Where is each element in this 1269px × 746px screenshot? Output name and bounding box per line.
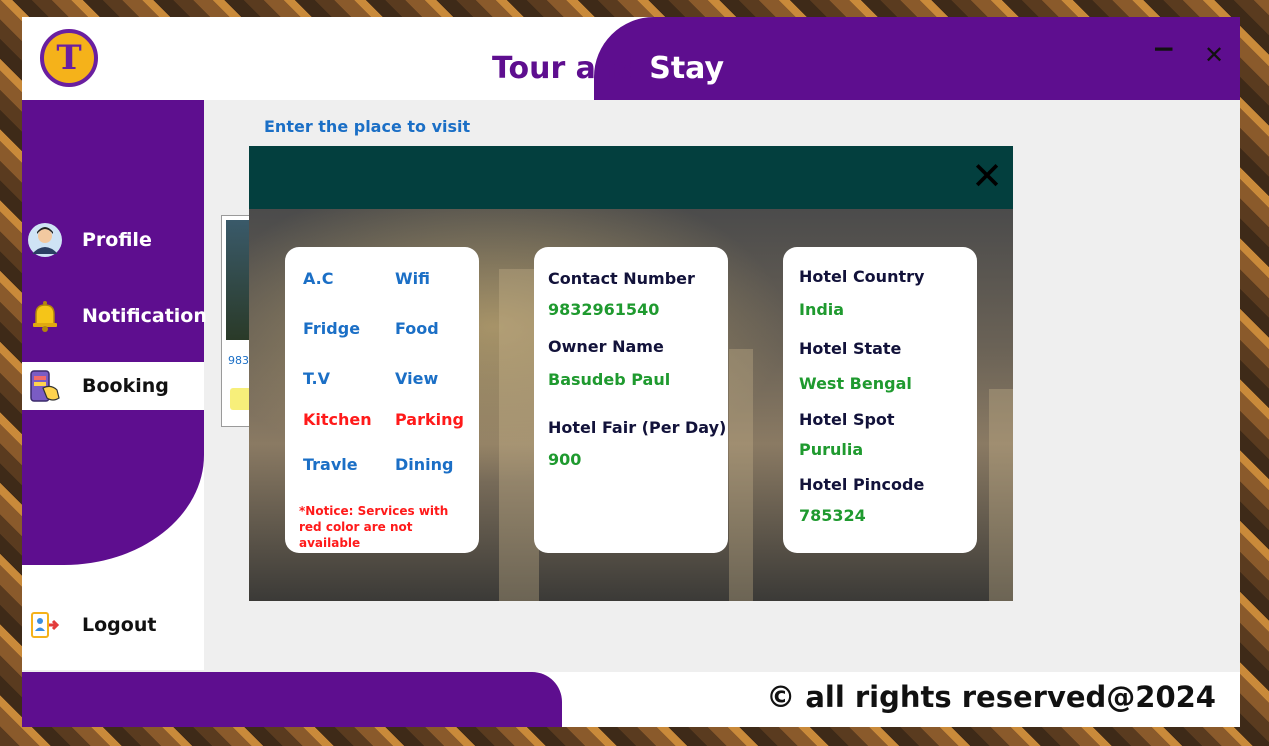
owner-name-label: Owner Name — [548, 337, 664, 356]
modal-body: A.C Wifi Fridge Food T.V View Kitchen Pa… — [249, 209, 1013, 601]
minimize-button[interactable]: − — [1152, 35, 1175, 63]
bell-icon — [27, 298, 63, 334]
availability-notice: *Notice: Services with red color are not… — [299, 504, 449, 550]
hotel-state-label: Hotel State — [799, 339, 902, 358]
booking-hand-icon — [27, 368, 63, 404]
footer-accent — [22, 672, 562, 727]
sidebar: Profile Notification Booking Logout — [22, 100, 207, 670]
sidebar-item-label: Booking — [82, 375, 169, 397]
sidebar-item-notification[interactable]: Notification — [22, 292, 207, 340]
sidebar-item-logout[interactable]: Logout — [22, 601, 204, 649]
logout-icon — [27, 607, 63, 643]
hotel-fair-label: Hotel Fair (Per Day) — [548, 418, 727, 437]
app-window: T Tour and Stay − ✕ Profile Notification… — [22, 17, 1240, 727]
app-title: Tour and Stay — [492, 49, 724, 89]
hotel-pincode-value: 785324 — [799, 506, 866, 525]
hotel-spot-label: Hotel Spot — [799, 410, 895, 429]
app-title-part2: Stay — [649, 51, 725, 86]
hotel-country-value: India — [799, 300, 845, 319]
amenities-panel: A.C Wifi Fridge Food T.V View Kitchen Pa… — [285, 247, 479, 553]
app-title-part1: Tour and — [492, 51, 639, 86]
modal-header: ✕ — [249, 146, 1013, 209]
modal-close-button[interactable]: ✕ — [971, 154, 1003, 198]
contact-number-label: Contact Number — [548, 269, 695, 288]
sidebar-item-profile[interactable]: Profile — [22, 216, 204, 264]
amenity-food: Food — [395, 319, 439, 338]
amenity-dining: Dining — [395, 455, 454, 474]
amenity-fridge: Fridge — [303, 319, 361, 338]
logo-letter: T — [56, 38, 82, 78]
hotel-details-modal: ✕ A.C Wifi Fridge Food T.V View Kitchen … — [249, 146, 1013, 601]
sidebar-item-label: Logout — [82, 614, 157, 636]
background-pillar — [499, 269, 539, 601]
contact-panel: Contact Number 9832961540 Owner Name Bas… — [534, 247, 728, 553]
amenity-wifi: Wifi — [395, 269, 430, 288]
sidebar-item-booking[interactable]: Booking — [22, 362, 204, 410]
hotel-fair-value: 900 — [548, 450, 582, 469]
amenity-view: View — [395, 369, 439, 388]
page-title: Enter the place to visit — [264, 117, 471, 136]
place-card-text: 983 — [228, 354, 249, 367]
sidebar-item-label: Profile — [82, 229, 152, 251]
amenity-parking: Parking — [395, 410, 464, 429]
amenity-travle: Travle — [303, 455, 358, 474]
hotel-spot-value: Purulia — [799, 440, 864, 459]
app-logo: T — [40, 29, 98, 87]
user-avatar-icon — [27, 222, 63, 258]
close-window-button[interactable]: ✕ — [1204, 41, 1224, 69]
copyright-text: © all rights reserved@2024 — [766, 680, 1216, 714]
background-pillar — [729, 349, 753, 601]
amenity-tv: T.V — [303, 369, 330, 388]
sidebar-item-label: Notification — [82, 305, 207, 327]
hotel-country-label: Hotel Country — [799, 267, 925, 286]
hotel-pincode-label: Hotel Pincode — [799, 475, 925, 494]
background-pillar — [989, 389, 1013, 601]
header: T Tour and Stay − ✕ — [22, 17, 1240, 100]
amenity-kitchen: Kitchen — [303, 410, 372, 429]
location-panel: Hotel Country India Hotel State West Ben… — [783, 247, 977, 553]
contact-number-value: 9832961540 — [548, 300, 660, 319]
footer: © all rights reserved@2024 — [22, 672, 1240, 727]
hotel-state-value: West Bengal — [799, 374, 912, 393]
owner-name-value: Basudeb Paul — [548, 370, 671, 389]
amenity-ac: A.C — [303, 269, 334, 288]
